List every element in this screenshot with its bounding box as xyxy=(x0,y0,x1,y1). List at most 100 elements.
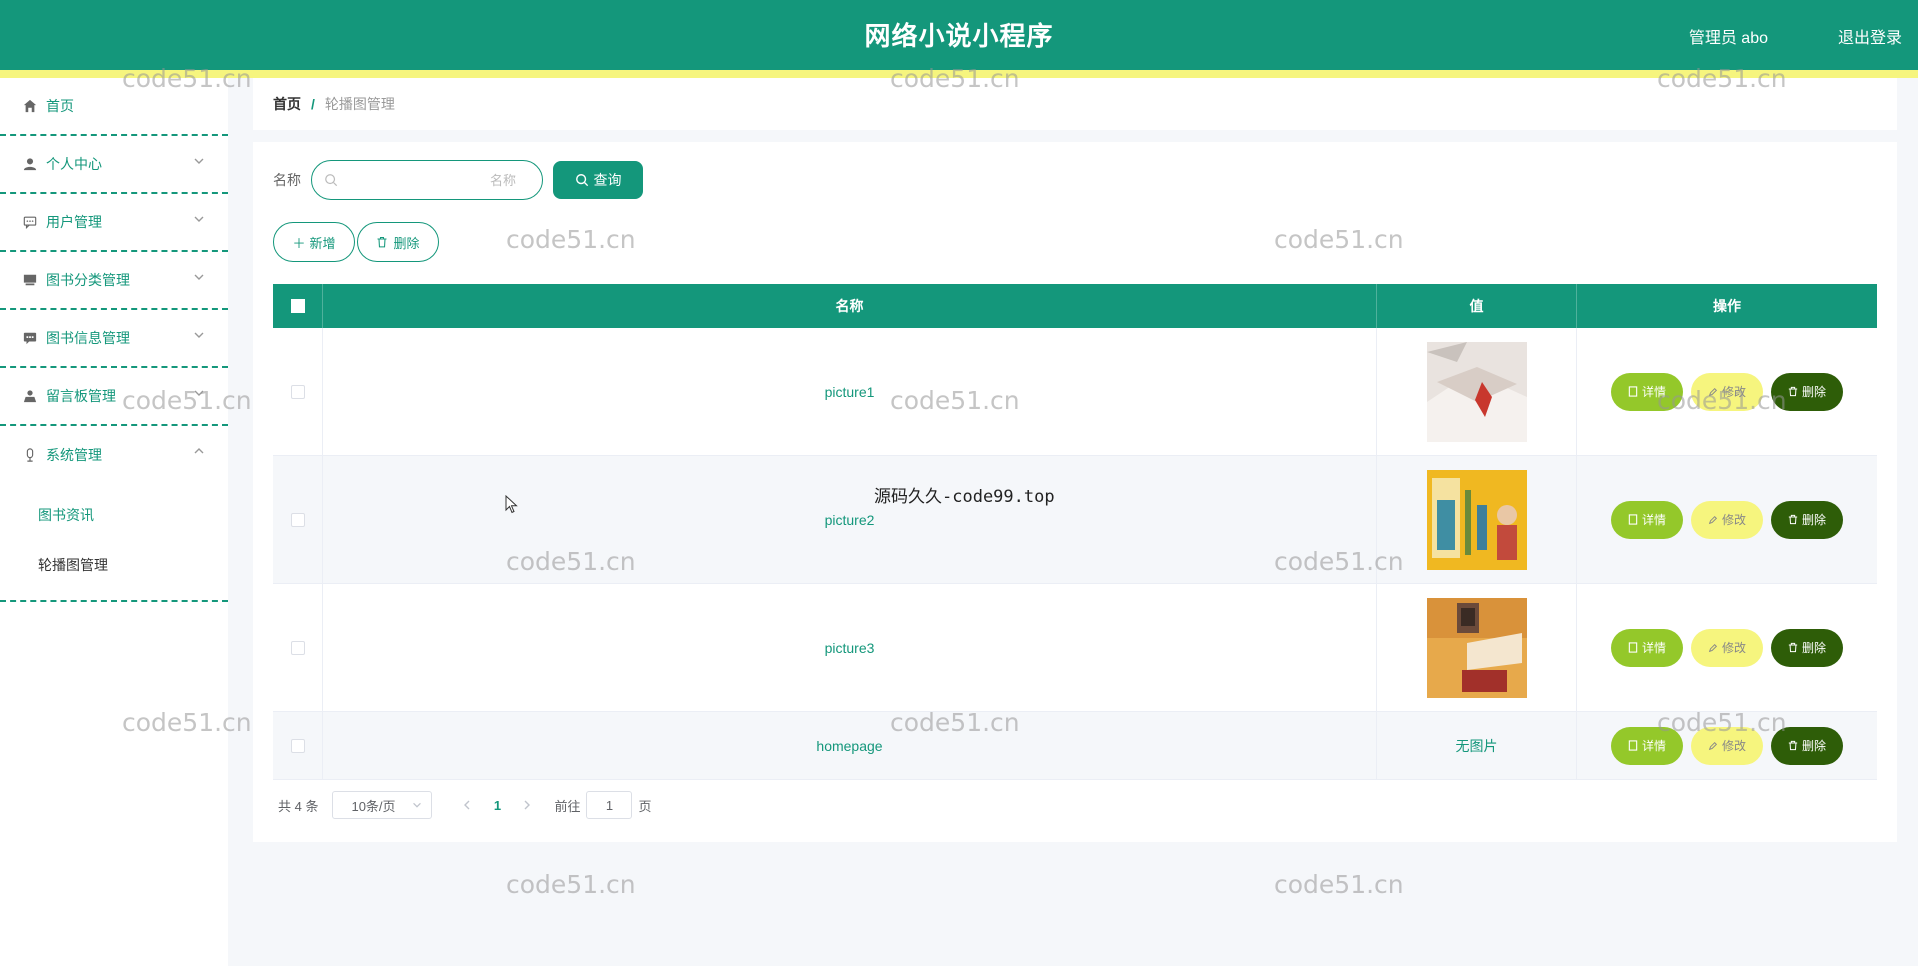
sidebar-subitem-book-news[interactable]: 图书资讯 xyxy=(0,490,228,540)
user-icon xyxy=(22,156,38,172)
add-button[interactable]: ＋ 新增 xyxy=(273,222,355,262)
delete-button[interactable]: 删除 xyxy=(1771,726,1843,765)
row-checkbox[interactable] xyxy=(290,384,305,399)
header-ops: 操作 xyxy=(1713,298,1741,314)
chevron-left-icon xyxy=(464,800,470,809)
sidebar-item-book-info[interactable]: 图书信息管理 xyxy=(0,310,228,368)
header-accent-strip xyxy=(0,70,1918,78)
chevron-down-icon xyxy=(194,216,204,222)
sidebar-item-label: 留言板管理 xyxy=(46,388,116,404)
detail-label: 详情 xyxy=(1641,385,1666,399)
logout-link[interactable]: 退出登录 xyxy=(1838,24,1902,48)
sidebar-item-user-management[interactable]: 用户管理 xyxy=(0,194,228,252)
delete-label: 删除 xyxy=(1801,385,1826,399)
sidebar-item-label: 用户管理 xyxy=(46,214,102,230)
row-name-cell: picture2 xyxy=(323,456,1377,583)
row-check-cell xyxy=(273,328,323,455)
pencil-icon xyxy=(1708,741,1718,750)
header-check-cell xyxy=(273,284,323,328)
no-image-text: 无图片 xyxy=(1455,737,1498,754)
sidebar-subitem-carousel[interactable]: 轮播图管理 xyxy=(0,540,228,590)
delete-label: 删除 xyxy=(1801,739,1826,753)
delete-button[interactable]: 删除 xyxy=(1771,628,1843,667)
edit-button[interactable]: 修改 xyxy=(1691,628,1763,667)
row-name: picture2 xyxy=(824,511,875,528)
chevron-down-icon xyxy=(194,390,204,396)
carousel-thumbnail[interactable] xyxy=(1426,469,1527,570)
edit-button[interactable]: 修改 xyxy=(1691,500,1763,539)
sidebar-item-message-board[interactable]: 留言板管理 xyxy=(0,368,228,426)
plus-icon: ＋ xyxy=(292,235,306,251)
header-value: 值 xyxy=(1377,284,1577,328)
row-ops-cell: 详情 修改 删除 xyxy=(1577,456,1877,583)
table-row: picture2 详情 修改 删除 xyxy=(273,456,1877,584)
trash-icon xyxy=(1788,514,1798,525)
top-header: 网络小说小程序 管理员 abo 退出登录 xyxy=(0,0,1918,70)
row-name-cell: picture1 xyxy=(323,328,1377,455)
row-checkbox[interactable] xyxy=(290,640,305,655)
page-size-value: 10条/页 xyxy=(351,798,396,814)
detail-button[interactable]: 详情 xyxy=(1611,726,1683,765)
action-bar: ＋ 新增 删除 xyxy=(273,222,441,262)
page-suffix: 页 xyxy=(638,798,652,814)
trash-icon xyxy=(1788,740,1798,751)
query-button-label: 查询 xyxy=(593,172,622,188)
row-check-cell xyxy=(273,712,323,779)
watermark: code51.cn xyxy=(506,870,636,899)
row-value-cell: 无图片 xyxy=(1377,712,1577,779)
page-number[interactable]: 1 xyxy=(482,798,512,813)
edit-button[interactable]: 修改 xyxy=(1691,372,1763,411)
delete-button[interactable]: 删除 xyxy=(1771,500,1843,539)
header-name: 名称 xyxy=(323,284,1377,328)
sidebar-item-system[interactable]: 系统管理 xyxy=(0,426,228,484)
prev-page-button[interactable] xyxy=(452,798,482,813)
carousel-thumbnail[interactable] xyxy=(1426,341,1527,442)
batch-delete-button[interactable]: 删除 xyxy=(357,222,439,262)
page-jump-input[interactable] xyxy=(586,791,633,819)
query-button[interactable]: 查询 xyxy=(553,161,643,199)
breadcrumb: 首页 / 轮播图管理 xyxy=(253,78,1897,130)
chevron-down-icon xyxy=(194,158,204,164)
document-icon xyxy=(1628,386,1638,397)
chevron-right-icon xyxy=(524,800,531,809)
detail-label: 详情 xyxy=(1641,739,1666,753)
sidebar-item-personal-center[interactable]: 个人中心 xyxy=(0,136,228,194)
detail-button[interactable]: 详情 xyxy=(1611,628,1683,667)
edit-label: 修改 xyxy=(1721,385,1746,399)
detail-button[interactable]: 详情 xyxy=(1611,500,1683,539)
chevron-down-icon xyxy=(194,274,204,280)
row-checkbox[interactable] xyxy=(290,512,305,527)
next-page-button[interactable] xyxy=(512,798,542,813)
row-name: picture1 xyxy=(824,383,875,400)
pagination: 共 4 条 10条/页 1 前往 页 xyxy=(278,790,652,820)
microphone-icon xyxy=(22,447,38,463)
goto-label: 前往 xyxy=(554,798,581,814)
sidebar-item-home[interactable]: 首页 xyxy=(0,78,228,136)
document-icon xyxy=(1628,642,1638,653)
carousel-thumbnail[interactable] xyxy=(1426,597,1527,698)
edit-button[interactable]: 修改 xyxy=(1691,726,1763,765)
table-row: homepage 无图片 详情 修改 删除 xyxy=(273,712,1877,780)
detail-button[interactable]: 详情 xyxy=(1611,372,1683,411)
delete-button[interactable]: 删除 xyxy=(1771,372,1843,411)
table-row: picture1 详情 修改 删除 xyxy=(273,328,1877,456)
sidebar-item-book-category[interactable]: 图书分类管理 xyxy=(0,252,228,310)
page-size-select[interactable]: 10条/页 xyxy=(332,791,433,819)
pencil-icon xyxy=(1708,643,1718,652)
search-input[interactable] xyxy=(346,165,516,195)
pencil-icon xyxy=(1708,387,1718,396)
breadcrumb-home[interactable]: 首页 xyxy=(273,94,301,114)
trash-icon xyxy=(377,236,387,248)
sidebar-item-label: 系统管理 xyxy=(46,447,102,463)
edit-label: 修改 xyxy=(1721,513,1746,527)
app-title: 网络小说小程序 xyxy=(864,21,1054,51)
row-checkbox[interactable] xyxy=(290,738,305,753)
document-icon xyxy=(1628,514,1638,525)
select-all-checkbox[interactable] xyxy=(290,299,305,313)
sidebar-item-label: 首页 xyxy=(46,98,74,114)
chevron-up-icon xyxy=(194,448,204,454)
add-button-label: 新增 xyxy=(309,235,336,251)
row-name-cell: homepage xyxy=(323,712,1377,779)
row-ops-cell: 详情 修改 删除 xyxy=(1577,584,1877,711)
main-content: 名称 查询 ＋ 新增 删除 名称 值 操作 xyxy=(253,142,1897,842)
